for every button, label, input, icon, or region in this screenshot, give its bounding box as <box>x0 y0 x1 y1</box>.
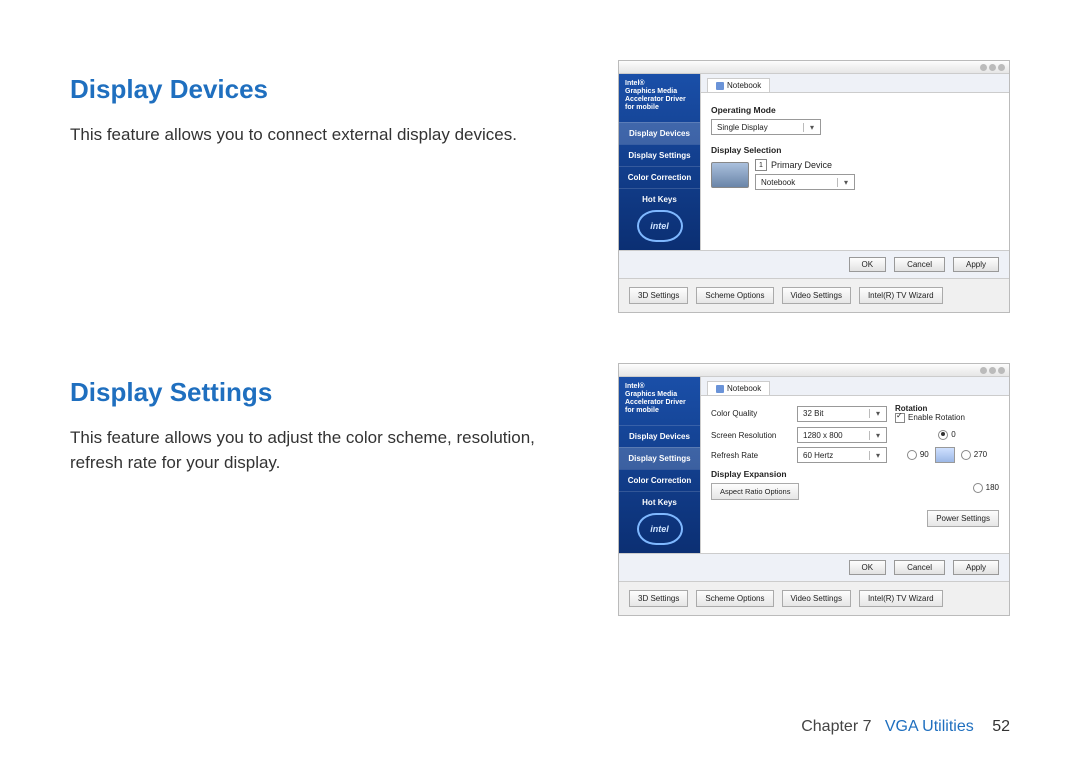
refresh-select[interactable]: 60 Hertz▾ <box>797 447 887 463</box>
sidebar-item-display-devices[interactable]: Display Devices <box>619 122 700 144</box>
window-control-icon[interactable] <box>989 64 996 71</box>
ok-button[interactable]: OK <box>849 257 887 272</box>
footer-scheme-options-button[interactable]: Scheme Options <box>696 590 773 607</box>
resolution-label: Screen Resolution <box>711 431 789 440</box>
panel-sidebar: Intel® Graphics Media Accelerator Driver… <box>619 74 700 250</box>
apply-button[interactable]: Apply <box>953 257 999 272</box>
primary-badge: 1 <box>755 159 767 171</box>
operating-mode-select[interactable]: Single Display▾ <box>711 119 821 135</box>
panel-titlebar <box>619 61 1009 74</box>
ok-button[interactable]: OK <box>849 560 887 575</box>
chevron-down-icon: ▾ <box>869 451 883 460</box>
intel-panel-devices: Intel® Graphics Media Accelerator Driver… <box>618 60 1010 313</box>
primary-device-select[interactable]: Notebook▾ <box>755 174 855 190</box>
tab-notebook[interactable]: Notebook <box>707 381 770 395</box>
color-quality-select[interactable]: 32 Bit▾ <box>797 406 887 422</box>
rotation-preview-icon <box>935 447 955 463</box>
rotation-0-radio[interactable] <box>938 430 948 440</box>
tab-label: Notebook <box>727 384 761 393</box>
footer-3d-settings-button[interactable]: 3D Settings <box>629 287 688 304</box>
chevron-down-icon: ▾ <box>803 123 817 132</box>
rotation-90-radio[interactable] <box>907 450 917 460</box>
apply-button[interactable]: Apply <box>953 560 999 575</box>
display-selection-label: Display Selection <box>711 145 999 155</box>
window-control-icon[interactable] <box>989 367 996 374</box>
notebook-icon <box>716 82 724 90</box>
footer-video-settings-button[interactable]: Video Settings <box>782 590 851 607</box>
display-expansion-label: Display Expansion <box>711 469 999 479</box>
refresh-label: Refresh Rate <box>711 451 789 460</box>
rotation-label: Rotation <box>895 404 999 413</box>
footer-tv-wizard-button[interactable]: Intel(R) TV Wizard <box>859 287 943 304</box>
sidebar-item-color-correction[interactable]: Color Correction <box>619 166 700 188</box>
panel-brand: Intel® Graphics Media Accelerator Driver… <box>619 74 700 122</box>
aspect-ratio-button[interactable]: Aspect Ratio Options <box>711 483 799 500</box>
sidebar-item-hot-keys[interactable]: Hot Keys <box>619 491 700 513</box>
cancel-button[interactable]: Cancel <box>894 257 945 272</box>
intel-logo-icon: intel <box>637 210 683 242</box>
sidebar-item-hot-keys[interactable]: Hot Keys <box>619 188 700 210</box>
rotation-180-radio[interactable] <box>973 483 983 493</box>
section-title-settings: Display Settings <box>70 377 588 408</box>
notebook-icon <box>716 385 724 393</box>
chevron-down-icon: ▾ <box>869 409 883 418</box>
section-body-settings: This feature allows you to adjust the co… <box>70 426 588 475</box>
footer-3d-settings-button[interactable]: 3D Settings <box>629 590 688 607</box>
footer-title: VGA Utilities <box>885 718 974 735</box>
tab-notebook[interactable]: Notebook <box>707 78 770 92</box>
sidebar-item-display-settings[interactable]: Display Settings <box>619 447 700 469</box>
sidebar-item-display-devices[interactable]: Display Devices <box>619 425 700 447</box>
primary-device-label: Primary Device <box>771 160 832 170</box>
panel-brand: Intel® Graphics Media Accelerator Driver… <box>619 377 700 425</box>
resolution-select[interactable]: 1280 x 800▾ <box>797 427 887 443</box>
intel-logo-icon: intel <box>637 513 683 545</box>
window-control-icon[interactable] <box>998 64 1005 71</box>
section-body-devices: This feature allows you to connect exter… <box>70 123 588 148</box>
operating-mode-label: Operating Mode <box>711 105 999 115</box>
page-footer: Chapter 7 VGA Utilities 52 <box>801 718 1010 736</box>
tab-label: Notebook <box>727 81 761 90</box>
footer-tv-wizard-button[interactable]: Intel(R) TV Wizard <box>859 590 943 607</box>
window-control-icon[interactable] <box>980 64 987 71</box>
footer-chapter: Chapter 7 <box>801 718 871 735</box>
device-thumbnail-icon <box>711 162 749 188</box>
panel-sidebar: Intel® Graphics Media Accelerator Driver… <box>619 377 700 553</box>
enable-rotation-checkbox[interactable]: Enable Rotation <box>895 413 999 423</box>
power-settings-button[interactable]: Power Settings <box>927 510 999 527</box>
color-quality-label: Color Quality <box>711 409 789 418</box>
footer-page-number: 52 <box>992 718 1010 735</box>
rotation-270-radio[interactable] <box>961 450 971 460</box>
sidebar-item-color-correction[interactable]: Color Correction <box>619 469 700 491</box>
window-control-icon[interactable] <box>998 367 1005 374</box>
sidebar-item-display-settings[interactable]: Display Settings <box>619 144 700 166</box>
panel-titlebar <box>619 364 1009 377</box>
intel-panel-settings: Intel® Graphics Media Accelerator Driver… <box>618 363 1010 616</box>
footer-video-settings-button[interactable]: Video Settings <box>782 287 851 304</box>
window-control-icon[interactable] <box>980 367 987 374</box>
cancel-button[interactable]: Cancel <box>894 560 945 575</box>
footer-scheme-options-button[interactable]: Scheme Options <box>696 287 773 304</box>
chevron-down-icon: ▾ <box>837 178 851 187</box>
section-title-devices: Display Devices <box>70 74 588 105</box>
chevron-down-icon: ▾ <box>869 431 883 440</box>
